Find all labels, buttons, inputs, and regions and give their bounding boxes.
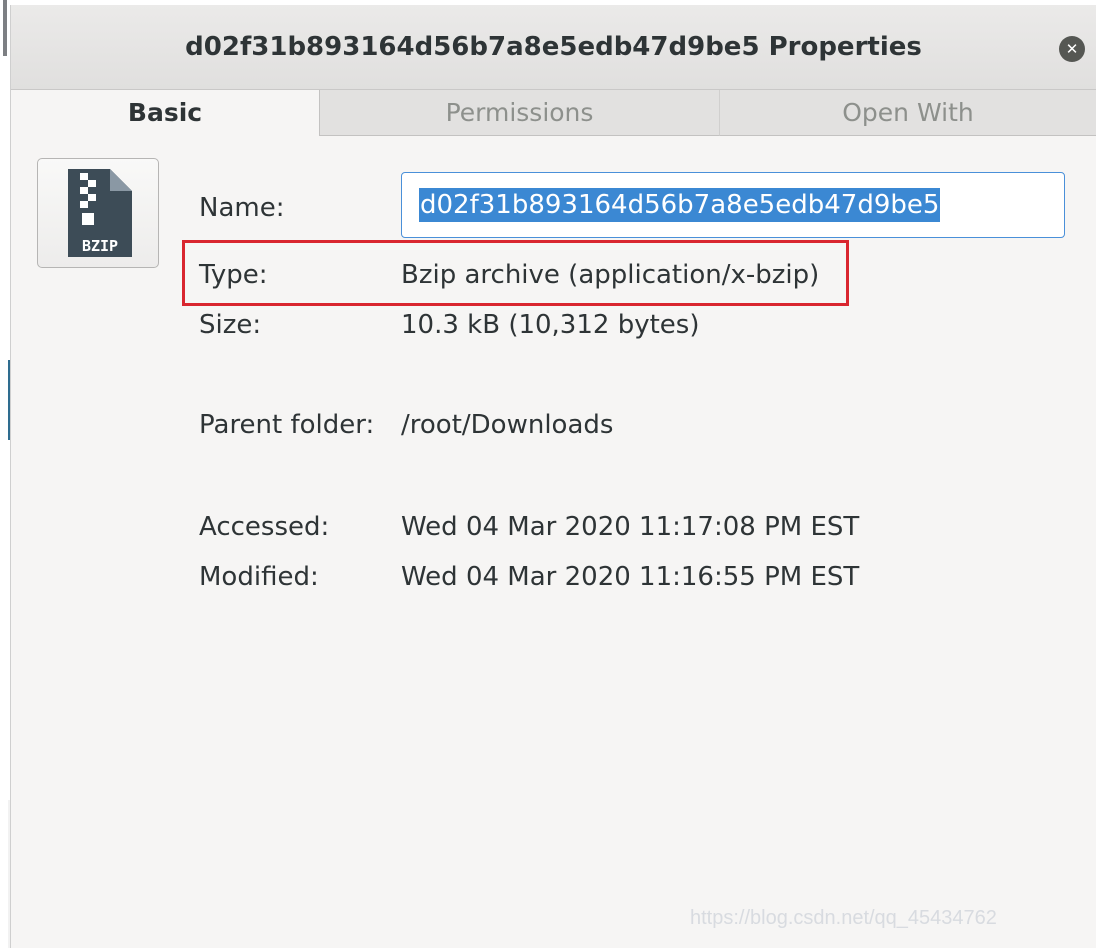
accessed-label: Accessed: bbox=[199, 512, 330, 542]
title-bar[interactable]: d02f31b893164d56b7a8e5edb47d9be5 Propert… bbox=[11, 5, 1096, 90]
name-input[interactable]: d02f31b893164d56b7a8e5edb47d9be5 bbox=[401, 172, 1065, 238]
close-button[interactable]: ✕ bbox=[1059, 36, 1085, 62]
background-window-edge bbox=[0, 0, 11, 948]
parent-folder-value: /root/Downloads bbox=[401, 410, 614, 440]
modified-value: Wed 04 Mar 2020 11:16:55 PM EST bbox=[401, 562, 860, 592]
close-icon: ✕ bbox=[1065, 40, 1079, 58]
bzip-archive-icon: BZIP bbox=[68, 169, 132, 257]
tab-bar: Basic Permissions Open With bbox=[11, 90, 1096, 136]
basic-tab-content: BZIP Name: d02f31b893164d56b7a8e5edb47d9… bbox=[11, 136, 1096, 948]
tab-basic[interactable]: Basic bbox=[11, 90, 320, 136]
name-input-selected-text: d02f31b893164d56b7a8e5edb47d9be5 bbox=[419, 188, 941, 222]
accessed-value: Wed 04 Mar 2020 11:17:08 PM EST bbox=[401, 512, 860, 542]
tab-permissions[interactable]: Permissions bbox=[320, 90, 720, 136]
watermark: https://blog.csdn.net/qq_45434762 bbox=[690, 907, 997, 929]
modified-label: Modified: bbox=[199, 562, 319, 592]
parent-folder-label: Parent folder: bbox=[199, 410, 375, 440]
tab-open-with[interactable]: Open With bbox=[720, 90, 1096, 136]
bzip-label: BZIP bbox=[82, 237, 118, 255]
properties-dialog: d02f31b893164d56b7a8e5edb47d9be5 Propert… bbox=[10, 5, 1096, 948]
name-label: Name: bbox=[199, 193, 285, 223]
size-label: Size: bbox=[199, 310, 262, 340]
file-icon-button[interactable]: BZIP bbox=[37, 158, 159, 268]
size-value: 10.3 kB (10,312 bytes) bbox=[401, 310, 700, 340]
edge-mark bbox=[3, 0, 7, 56]
dialog-title: d02f31b893164d56b7a8e5edb47d9be5 Propert… bbox=[185, 32, 922, 62]
type-highlight-box bbox=[182, 240, 849, 306]
